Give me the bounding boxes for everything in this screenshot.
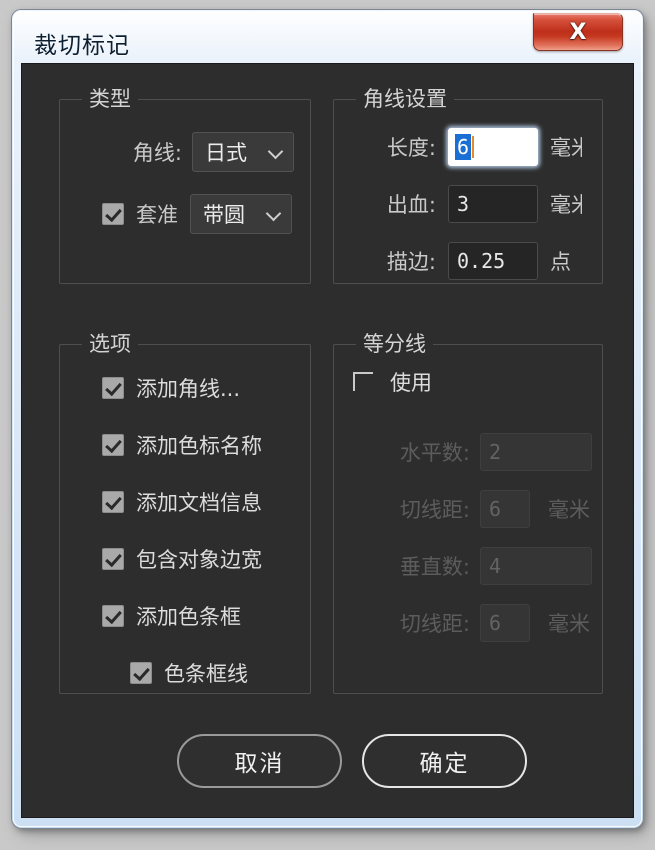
option-add-corner-lines[interactable]: 添加角线... bbox=[102, 373, 240, 403]
option-color-bar-frame-line[interactable]: 色条框线 bbox=[130, 658, 248, 688]
text-caret bbox=[472, 136, 475, 158]
option-include-object-stroke-width[interactable]: 包含对象边宽 bbox=[102, 544, 262, 574]
bleed-label: 出血: bbox=[386, 193, 436, 217]
option-checkbox[interactable] bbox=[130, 662, 152, 684]
horizontal-offset-value: 6 bbox=[489, 497, 502, 521]
vertical-offset-input[interactable]: 6 bbox=[480, 604, 530, 642]
length-input[interactable]: 6 bbox=[448, 128, 538, 166]
group-type: 类型 角线: 日式 套准 带圆 bbox=[59, 86, 311, 284]
dialog-content-panel: 类型 角线: 日式 套准 带圆 角线设置 长度: 6 毫米 出血: 3 毫米 描… bbox=[21, 63, 634, 818]
divider-enable-checkbox[interactable] bbox=[352, 371, 374, 393]
option-label: 添加角线... bbox=[136, 377, 241, 401]
length-label: 长度: bbox=[386, 136, 436, 160]
length-value: 6 bbox=[455, 134, 472, 160]
group-type-title: 类型 bbox=[82, 86, 138, 112]
bleed-input[interactable]: 3 bbox=[448, 185, 538, 223]
group-divider-lines-title: 等分线 bbox=[356, 331, 433, 357]
option-label: 添加文档信息 bbox=[136, 491, 262, 515]
corner-line-label: 角线: bbox=[132, 141, 182, 165]
stroke-label: 描边: bbox=[386, 250, 436, 274]
bleed-unit: 毫米 bbox=[550, 193, 582, 217]
vertical-count-row: 垂直数: 4 bbox=[352, 547, 592, 585]
divider-enable-row[interactable]: 使用 bbox=[352, 367, 432, 397]
bleed-value: 3 bbox=[457, 192, 470, 216]
close-button[interactable]: X bbox=[533, 13, 623, 51]
option-label: 添加色标名称 bbox=[136, 434, 262, 458]
bleed-row: 出血: 3 毫米 bbox=[344, 185, 582, 223]
option-add-color-label-name[interactable]: 添加色标名称 bbox=[102, 430, 262, 460]
vertical-offset-row: 切线距: 6 毫米 bbox=[352, 604, 590, 642]
option-checkbox[interactable] bbox=[102, 434, 124, 456]
registration-checkbox[interactable] bbox=[102, 203, 124, 225]
group-corner-settings: 角线设置 长度: 6 毫米 出血: 3 毫米 描边: 0.25 点 bbox=[333, 86, 603, 284]
registration-row: 套准 带圆 bbox=[102, 194, 292, 234]
close-x-icon: X bbox=[569, 19, 587, 45]
group-options: 选项 添加角线... 添加色标名称 添加文档信息 包含对象边宽 添加色条框 色条… bbox=[59, 331, 311, 694]
option-checkbox[interactable] bbox=[102, 491, 124, 513]
stroke-row: 描边: 0.25 点 bbox=[344, 242, 592, 280]
cancel-button[interactable]: 取消 bbox=[177, 734, 342, 788]
option-checkbox[interactable] bbox=[102, 548, 124, 570]
option-checkbox[interactable] bbox=[102, 605, 124, 627]
length-row: 长度: 6 毫米 bbox=[344, 128, 582, 166]
vertical-count-value: 4 bbox=[489, 554, 502, 578]
option-add-color-bar-frame[interactable]: 添加色条框 bbox=[102, 601, 241, 631]
title-bar[interactable]: 裁切标记 X bbox=[12, 10, 643, 70]
divider-enable-label: 使用 bbox=[390, 371, 432, 395]
vertical-count-label: 垂直数: bbox=[399, 555, 470, 579]
ok-button-label: 确定 bbox=[419, 751, 470, 777]
vertical-offset-unit: 毫米 bbox=[548, 612, 590, 636]
window-title: 裁切标记 bbox=[34, 33, 130, 59]
option-label: 添加色条框 bbox=[136, 605, 241, 629]
group-divider-lines: 等分线 使用 水平数: 2 切线距: 6 毫米 垂直数: 4 切线距: 6 毫米 bbox=[333, 331, 603, 694]
stroke-unit: 点 bbox=[550, 250, 571, 274]
registration-label: 套准 bbox=[136, 203, 178, 227]
stroke-input[interactable]: 0.25 bbox=[448, 242, 538, 280]
horizontal-offset-unit: 毫米 bbox=[548, 498, 590, 522]
horizontal-offset-input[interactable]: 6 bbox=[480, 490, 530, 528]
vertical-offset-value: 6 bbox=[489, 611, 502, 635]
option-checkbox[interactable] bbox=[102, 377, 124, 399]
registration-dropdown[interactable]: 带圆 bbox=[190, 194, 292, 234]
option-label: 色条框线 bbox=[164, 662, 248, 686]
corner-line-value: 日式 bbox=[205, 141, 247, 165]
horizontal-offset-row: 切线距: 6 毫米 bbox=[352, 490, 590, 528]
horizontal-count-row: 水平数: 2 bbox=[352, 433, 592, 471]
corner-line-row: 角线: 日式 bbox=[78, 132, 294, 172]
corner-line-dropdown[interactable]: 日式 bbox=[192, 132, 294, 172]
ok-button[interactable]: 确定 bbox=[362, 734, 527, 788]
vertical-count-input[interactable]: 4 bbox=[480, 547, 592, 585]
group-options-title: 选项 bbox=[82, 331, 138, 357]
option-add-document-info[interactable]: 添加文档信息 bbox=[102, 487, 262, 517]
dialog-window: 裁切标记 X 类型 角线: 日式 套准 带圆 角线设置 长度: 6 毫米 出血:… bbox=[12, 10, 643, 828]
horizontal-count-label: 水平数: bbox=[399, 441, 470, 465]
chevron-down-icon bbox=[266, 206, 282, 222]
horizontal-count-input[interactable]: 2 bbox=[480, 433, 592, 471]
stroke-value: 0.25 bbox=[457, 249, 506, 273]
length-unit: 毫米 bbox=[550, 136, 582, 160]
vertical-offset-label: 切线距: bbox=[399, 612, 470, 636]
horizontal-count-value: 2 bbox=[489, 440, 502, 464]
group-corner-settings-title: 角线设置 bbox=[356, 86, 454, 112]
option-label: 包含对象边宽 bbox=[136, 548, 262, 572]
cancel-button-label: 取消 bbox=[234, 751, 285, 777]
registration-value: 带圆 bbox=[203, 203, 245, 227]
horizontal-offset-label: 切线距: bbox=[399, 498, 470, 522]
chevron-down-icon bbox=[268, 144, 284, 160]
